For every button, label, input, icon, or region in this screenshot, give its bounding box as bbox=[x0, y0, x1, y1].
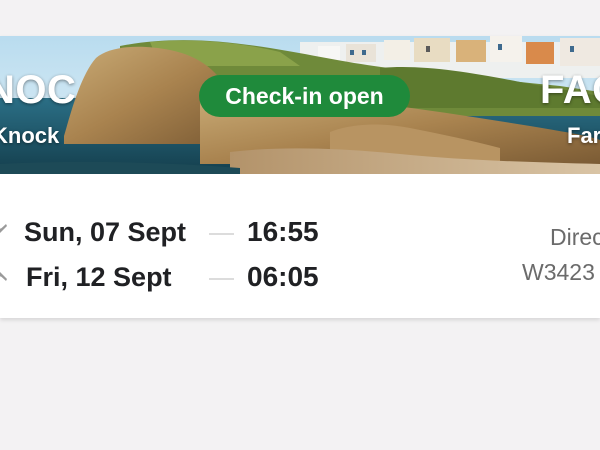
return-date: Fri, 12 Sept bbox=[26, 262, 172, 292]
return-leg-row: Fri, 12 Sept 06:05 bbox=[0, 257, 600, 297]
return-separator bbox=[209, 278, 234, 280]
origin-airport-code: NOC bbox=[0, 68, 77, 112]
origin-city-name: Knock bbox=[0, 123, 60, 148]
outbound-departure-time: 16:55 bbox=[247, 216, 319, 247]
destination-hero-image: NOC Knock Check-in open FAO Faro bbox=[0, 36, 600, 174]
return-departure-time: 06:05 bbox=[247, 261, 319, 292]
outbound-separator bbox=[209, 233, 234, 235]
flight-number-label: W3423 bbox=[522, 259, 595, 285]
destination-airport-code: FAO bbox=[540, 68, 600, 112]
plane-takeoff-icon bbox=[0, 224, 7, 233]
flight-card[interactable]: NOC Knock Check-in open FAO Faro Sun, 07… bbox=[0, 36, 600, 318]
destination-city-name: Faro bbox=[567, 123, 600, 148]
flight-type-label: Direct bbox=[550, 224, 600, 250]
check-in-status-badge[interactable]: Check-in open bbox=[199, 75, 410, 117]
outbound-leg-row: Sun, 07 Sept 16:55 bbox=[0, 212, 600, 252]
outbound-date: Sun, 07 Sept bbox=[24, 217, 187, 247]
plane-landing-icon bbox=[0, 272, 7, 281]
